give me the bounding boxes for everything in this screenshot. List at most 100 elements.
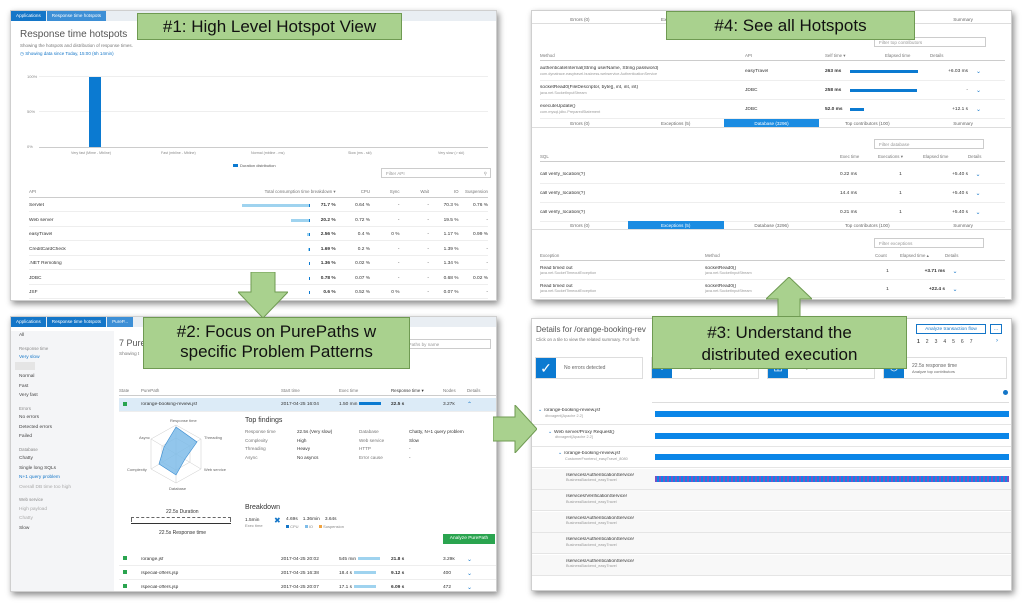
chevron-down-icon[interactable]: ⌄ (976, 68, 986, 75)
table-row[interactable]: CreditCardCheck 1.69 % 0.2 % - - 1.39 % - (29, 244, 488, 256)
chevron-down-icon[interactable]: ⌄ (467, 570, 489, 577)
span-row[interactable]: /services/VerificationService/BusinessBa… (532, 490, 1011, 511)
table-row[interactable]: executeUpdate() com.mysql.jdbc.PreparedSt… (540, 101, 1005, 119)
table-row[interactable]: /special-offers.jsp 2017-04-25 20:07 17.1 … (119, 581, 496, 591)
tab-summary[interactable]: Summary (915, 15, 1011, 24)
column-header[interactable]: Self time ▾ (825, 53, 885, 59)
chevron-down-icon[interactable]: ⌄ (976, 106, 986, 113)
col-sync[interactable]: Sync (370, 189, 400, 194)
table-row[interactable]: socketRead0(FileDescriptor, byte[], int,… (540, 82, 1005, 100)
drilldown-button[interactable] (15, 362, 35, 370)
tab-errors[interactable]: Errors (0) (532, 15, 628, 24)
chevron-down-icon[interactable]: ⌄ (945, 286, 965, 293)
filter-fast[interactable]: Fast (11, 382, 114, 392)
span-row[interactable]: /services/AuthenticationService/Business… (532, 533, 1011, 554)
more-button[interactable]: … (990, 324, 1002, 334)
tab-exceptions[interactable]: Exceptions (5) (627, 119, 724, 128)
span-row[interactable]: ⌄/orange-booking-review.jsf CustomerFront… (532, 447, 1011, 468)
span-row[interactable]: /services/AuthenticationService/Business… (532, 468, 1011, 490)
filter-ws-chatty[interactable]: Chatty (11, 514, 114, 524)
tab-summary[interactable]: Summary (915, 119, 1011, 128)
filter-no-errors[interactable]: No errors (11, 413, 114, 423)
filter-n1-query[interactable]: N+1 query problem (11, 473, 114, 483)
table-row[interactable]: Servlet 71.7 % 0.64 % - - 70.3 % 0.76 % (29, 200, 488, 212)
filter-db-time[interactable]: Overall DB time too high (11, 483, 114, 493)
page-4[interactable]: 4 (943, 339, 946, 345)
span-row[interactable]: ⌄ Web server/Proxy Request() dtxxagent[Apa… (532, 426, 1011, 447)
page-7[interactable]: 7 (970, 339, 973, 345)
span-row[interactable]: /services/AuthenticationService/Business… (532, 554, 1011, 576)
tab-exceptions[interactable]: Exceptions (5) (627, 221, 724, 230)
chevron-down-icon[interactable]: ⌄ (968, 190, 988, 197)
filter-very-fast[interactable]: Very fast (11, 391, 114, 401)
col-purepath[interactable]: PurePath (141, 388, 281, 393)
table-row[interactable]: /orange.jsf 2017-04-25 20:02 545 min 21.8 s… (119, 553, 496, 566)
col-exec[interactable]: Exec time (339, 388, 391, 393)
table-row[interactable]: easyTravel 2.56 % 0.4 % 0 % - 1.17 % 0.99 % (29, 229, 488, 241)
filter-failed[interactable]: Failed (11, 432, 114, 442)
filter-detected-errors[interactable]: Detected errors (11, 423, 114, 433)
table-row[interactable]: Web server 20.2 % 0.72 % - - 19.5 % - (29, 215, 488, 227)
span-row[interactable]: ⌄/orange-booking-review.jsf dtxxagent[Apa… (532, 404, 1011, 425)
analyze-purepath-button[interactable]: Analyze PurePath (443, 534, 495, 544)
breadcrumb-purepaths[interactable]: PureP... (107, 317, 134, 327)
filter-chatty[interactable]: Chatty (11, 454, 114, 464)
breadcrumb-hotspots[interactable]: Response time hotspots (46, 317, 107, 327)
tab-errors[interactable]: Errors (0) (532, 119, 628, 128)
filter-database-input[interactable]: Filter database (874, 139, 984, 149)
breadcrumb-applications[interactable]: Applications (11, 317, 46, 327)
page-6[interactable]: 6 (961, 339, 964, 345)
chevron-up-icon[interactable]: ⌃ (467, 401, 489, 408)
page-5[interactable]: 5 (952, 339, 955, 345)
tab-database[interactable]: Database (3296) (723, 221, 820, 230)
column-header[interactable]: Details (968, 154, 988, 159)
span-row[interactable]: /services/AuthenticationService/Business… (532, 511, 1011, 533)
column-header[interactable]: Count (875, 253, 900, 258)
purepath-row-selected[interactable]: /orange-booking-review.jsf 2017-04-25 16… (119, 398, 496, 412)
tile-errors[interactable]: ✓ No errors detected (535, 357, 643, 379)
table-row[interactable]: authenticateInternal(String userName, St… (540, 63, 1005, 81)
tab-top-contributors[interactable]: Top contributors (100) (819, 221, 916, 230)
col-response[interactable]: Response time ▾ (391, 388, 443, 394)
column-header[interactable]: API (745, 53, 825, 58)
chevron-down-icon[interactable]: ⌄ (968, 171, 988, 178)
page-3[interactable]: 3 (935, 339, 938, 345)
pager-next-icon[interactable]: › (996, 338, 998, 344)
col-cpu[interactable]: CPU (336, 189, 370, 194)
column-header[interactable]: Method (540, 53, 745, 58)
col-total[interactable]: Total consumption time breakdown ▾ (208, 189, 336, 195)
filter-exceptions-input[interactable]: Filter exceptions (874, 238, 984, 248)
table-row[interactable]: call verify_location(?) 14.4 ms 1 +5.40 s ⌄ (540, 185, 1005, 203)
tab-errors[interactable]: Errors (0) (532, 221, 628, 230)
filter-purepaths-input[interactable]: ePaths by name (401, 339, 491, 349)
column-header[interactable]: Exception (540, 253, 705, 258)
filter-all[interactable]: All (11, 331, 114, 341)
table-row[interactable]: call verify_location(?) 0.22 ms 1 +5.40 s ⌄ (540, 166, 1005, 184)
column-header[interactable]: Elapsed time (885, 53, 930, 58)
chevron-down-icon[interactable]: ⌄ (976, 87, 986, 94)
page-1[interactable]: 1 (917, 339, 920, 345)
chevron-down-icon[interactable]: ⌄ (558, 451, 562, 456)
chevron-down-icon[interactable]: ⌄ (538, 408, 542, 413)
column-header[interactable]: Executions ▾ (878, 154, 923, 160)
tab-database[interactable]: Database (3296) (723, 119, 820, 128)
column-header[interactable]: Elapsed time (923, 154, 968, 159)
filter-normal[interactable]: Normal (11, 372, 114, 382)
table-row[interactable]: /special-offers.jsp 2017-04-25 16:38 18.4 … (119, 567, 496, 580)
filter-single-long-sqls[interactable]: Single long SQLs (11, 464, 114, 474)
chevron-down-icon[interactable]: ⌄ (968, 209, 988, 216)
col-suspension[interactable]: Suspension (459, 189, 488, 194)
filter-high-payload[interactable]: High payload (11, 505, 114, 515)
column-header[interactable]: Details (930, 53, 950, 58)
col-wait[interactable]: Wait (400, 189, 429, 194)
tab-top-contributors[interactable]: Top contributors (100) (819, 119, 916, 128)
col-io[interactable]: IO (429, 189, 459, 194)
chevron-down-icon[interactable]: ⌄ (467, 584, 489, 591)
column-header[interactable]: Elapsed time ▴ (900, 253, 945, 259)
page-2[interactable]: 2 (926, 339, 929, 345)
column-header[interactable]: SQL (540, 154, 840, 159)
column-header[interactable]: Exec time (840, 154, 878, 159)
col-nodes[interactable]: Nodes (443, 388, 467, 393)
chevron-down-icon[interactable]: ⌄ (945, 268, 965, 275)
col-start[interactable]: Start time (281, 388, 339, 393)
